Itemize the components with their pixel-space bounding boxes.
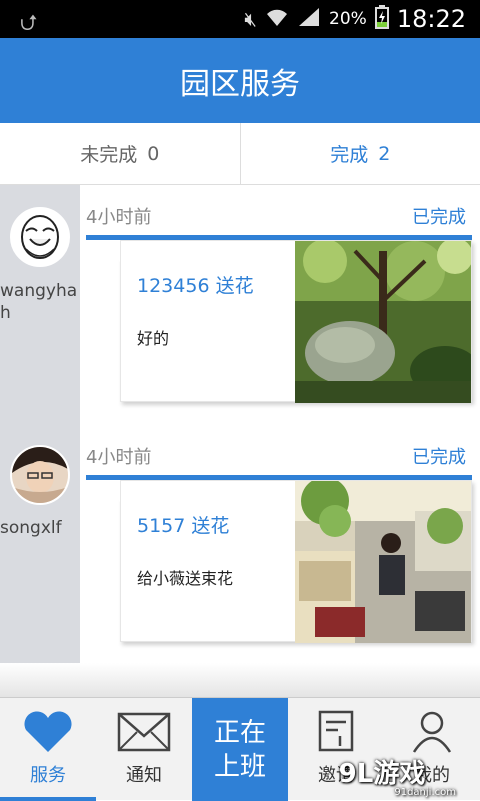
request-card[interactable]: 123456 送花 好的: [120, 240, 472, 402]
request-photo[interactable]: [295, 481, 471, 643]
tab-count: 0: [147, 143, 159, 165]
mute-icon: 🔇︎: [244, 7, 257, 31]
status-badge: 已完成: [412, 443, 466, 469]
status-badge: 已完成: [412, 203, 466, 229]
nav-label: 服务: [30, 761, 66, 787]
username: songxlf: [0, 517, 80, 539]
watermark-url: 91danji.com: [394, 787, 456, 798]
avatar[interactable]: [10, 207, 70, 267]
username: wangyhah: [0, 280, 80, 324]
nav-item-notice[interactable]: 通知: [96, 698, 192, 801]
nav-label: 通知: [126, 761, 162, 787]
on-duty-button[interactable]: 正在 上班: [192, 698, 288, 801]
timestamp: 4小时前: [86, 443, 151, 469]
card-pointer: [98, 240, 120, 262]
nav-item-service[interactable]: 服务: [0, 698, 96, 801]
watermark-text: 9L游戏: [339, 753, 426, 790]
request-title: 123456 送花: [137, 271, 254, 298]
wifi-icon: [265, 6, 289, 33]
on-duty-line2: 上班: [214, 750, 266, 784]
on-duty-line1: 正在: [214, 716, 266, 750]
clock: 18:22: [397, 5, 466, 33]
request-card[interactable]: 5157 送花 给小薇送束花: [120, 480, 472, 642]
tab-incomplete[interactable]: 未完成 0: [0, 123, 240, 184]
status-bar: ⮍ 🔇︎ 20% 18:22: [0, 0, 480, 38]
tab-label: 未完成: [80, 140, 137, 167]
header: 园区服务: [0, 38, 480, 123]
status-icons: 🔇︎ 20% 18:22: [244, 0, 466, 38]
tab-count: 2: [378, 143, 390, 165]
battery-percent: 20%: [329, 9, 367, 29]
list-end-shadow: [0, 663, 480, 697]
tab-label: 完成: [330, 140, 368, 167]
request-title: 5157 送花: [137, 511, 229, 538]
status-tabs: 未完成 0 完成 2: [0, 123, 480, 185]
signal-icon: [297, 6, 321, 33]
envelope-icon: [117, 710, 171, 758]
request-message: 给小薇送束花: [137, 565, 233, 589]
heart-icon: [22, 710, 74, 758]
request-photo[interactable]: [295, 241, 471, 403]
tab-complete[interactable]: 完成 2: [240, 123, 480, 184]
battery-icon: [375, 5, 389, 34]
watermark-logo: 9L游戏 91danji.com: [284, 742, 480, 800]
page-title: 园区服务: [180, 59, 300, 103]
avatar[interactable]: [10, 445, 70, 505]
request-message: 好的: [137, 325, 169, 349]
card-pointer: [98, 480, 120, 502]
timestamp: 4小时前: [86, 203, 151, 229]
service-list: wangyhah 4小时前 已完成 123456 送花 好的: [0, 185, 480, 663]
